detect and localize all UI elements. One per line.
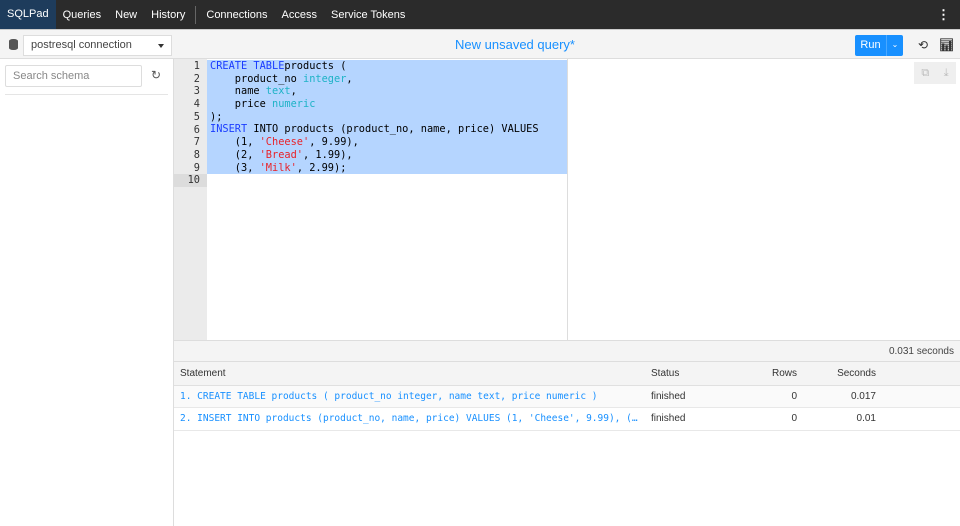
status-cell: finished	[645, 385, 735, 408]
statement-link[interactable]: 2. INSERT INTO products (product_no, nam…	[174, 407, 645, 431]
code-line: (1, 'Cheese', 9.99),	[207, 136, 567, 149]
download-icon[interactable]: ⤓	[944, 67, 949, 80]
col-seconds: Seconds	[803, 362, 882, 386]
code-token: products (	[284, 60, 347, 72]
code-line: INSERT INTO products (product_no, name, …	[207, 123, 567, 137]
code-token: text	[265, 85, 291, 98]
line-number: 10	[174, 174, 207, 187]
code-token: (3,	[210, 161, 260, 174]
code-token: INTO products (product_no, name, price) …	[247, 123, 539, 136]
nav-service-tokens[interactable]: Service Tokens	[324, 9, 412, 21]
chevron-down-icon[interactable]: ⌄	[887, 35, 903, 56]
refresh-icon[interactable]: ↻	[151, 68, 161, 82]
code-token: );	[210, 110, 223, 123]
open-external-icon[interactable]: ⧉	[921, 67, 929, 80]
sql-editor[interactable]: CREATE TABLEproducts ( product_no intege…	[207, 59, 568, 340]
table-row: 1. CREATE TABLE products ( product_no in…	[174, 385, 960, 408]
code-token: integer	[303, 72, 347, 85]
line-number: 8	[193, 148, 200, 161]
table-row: 2. INSERT INTO products (product_no, nam…	[174, 407, 960, 431]
code-token: , 9.99),	[309, 136, 359, 149]
code-line: price numeric	[207, 98, 567, 111]
statement-link[interactable]: 1. CREATE TABLE products ( product_no in…	[174, 385, 645, 408]
code-token: (1,	[210, 136, 260, 149]
spacer-cell	[882, 407, 960, 431]
col-rows: Rows	[735, 362, 803, 386]
code-token: CREATE TABLE	[210, 60, 285, 72]
code-line: name text,	[207, 85, 567, 99]
code-token: price	[210, 98, 272, 111]
code-token: , 2.99);	[296, 161, 347, 174]
result-actions: ⧉ ⤓	[914, 62, 956, 84]
code-line: (3, 'Milk', 2.99);	[207, 161, 567, 175]
code-token: name	[210, 85, 266, 98]
schema-sidebar: Search schema ↻	[0, 59, 174, 526]
line-number: 1	[193, 60, 200, 72]
search-schema-input[interactable]: Search schema	[5, 65, 142, 87]
code-token: product_no	[210, 72, 303, 85]
rows-cell: 0	[735, 385, 803, 408]
brand-link[interactable]: SQLPad	[0, 0, 56, 29]
code-token: numeric	[272, 98, 316, 111]
col-spacer	[882, 362, 960, 386]
nav-access[interactable]: Access	[275, 9, 324, 21]
nav-queries[interactable]: Queries	[56, 9, 109, 21]
seconds-cell: 0.01	[803, 407, 882, 431]
chart-icon[interactable]: 📊︎	[939, 38, 954, 52]
seconds-cell: 0.017	[803, 385, 882, 408]
spacer-cell	[882, 385, 960, 408]
nav-history[interactable]: History	[144, 9, 192, 21]
query-title[interactable]: New unsaved query*	[0, 37, 960, 52]
line-number: 4	[193, 98, 200, 111]
divider	[5, 94, 168, 95]
kebab-icon[interactable]: ⋮	[937, 7, 950, 23]
status-cell: finished	[645, 407, 735, 431]
history-icon[interactable]: ⟲	[918, 38, 928, 52]
code-line: product_no integer,	[207, 72, 567, 86]
col-statement: Statement	[174, 362, 645, 386]
code-token: , 1.99),	[303, 148, 353, 161]
code-line: (2, 'Bread', 1.99),	[207, 148, 567, 162]
run-button-group: Run ⌄	[855, 35, 903, 56]
code-token: 'Bread'	[259, 148, 304, 161]
nav-new[interactable]: New	[108, 9, 144, 21]
code-line: CREATE TABLEproducts (	[207, 60, 567, 73]
results-table: Statement Status Rows Seconds 1. CREATE …	[174, 362, 960, 431]
code-token: (2,	[210, 148, 260, 161]
rows-cell: 0	[735, 407, 803, 431]
line-number: 3	[193, 85, 200, 98]
line-number: 7	[193, 136, 200, 149]
code-token: ,	[346, 72, 353, 85]
top-nav: SQLPad Queries New History Connections A…	[0, 0, 960, 29]
nav-connections[interactable]: Connections	[199, 9, 274, 21]
line-number: 9	[193, 161, 200, 174]
col-status: Status	[645, 362, 735, 386]
query-toolbar: postresql connection New unsaved query* …	[0, 29, 960, 59]
code-token: INSERT	[210, 123, 248, 136]
code-line: );	[207, 110, 567, 124]
line-number: 6	[193, 123, 200, 136]
elapsed-time: 0.031 seconds	[174, 340, 960, 362]
nav-divider	[195, 5, 197, 24]
code-token: 'Milk'	[259, 161, 297, 174]
line-number: 5	[193, 110, 200, 123]
code-token: 'Cheese'	[259, 136, 310, 149]
code-token: ,	[290, 85, 297, 98]
run-button[interactable]: Run	[855, 35, 887, 56]
line-number: 2	[193, 72, 200, 85]
